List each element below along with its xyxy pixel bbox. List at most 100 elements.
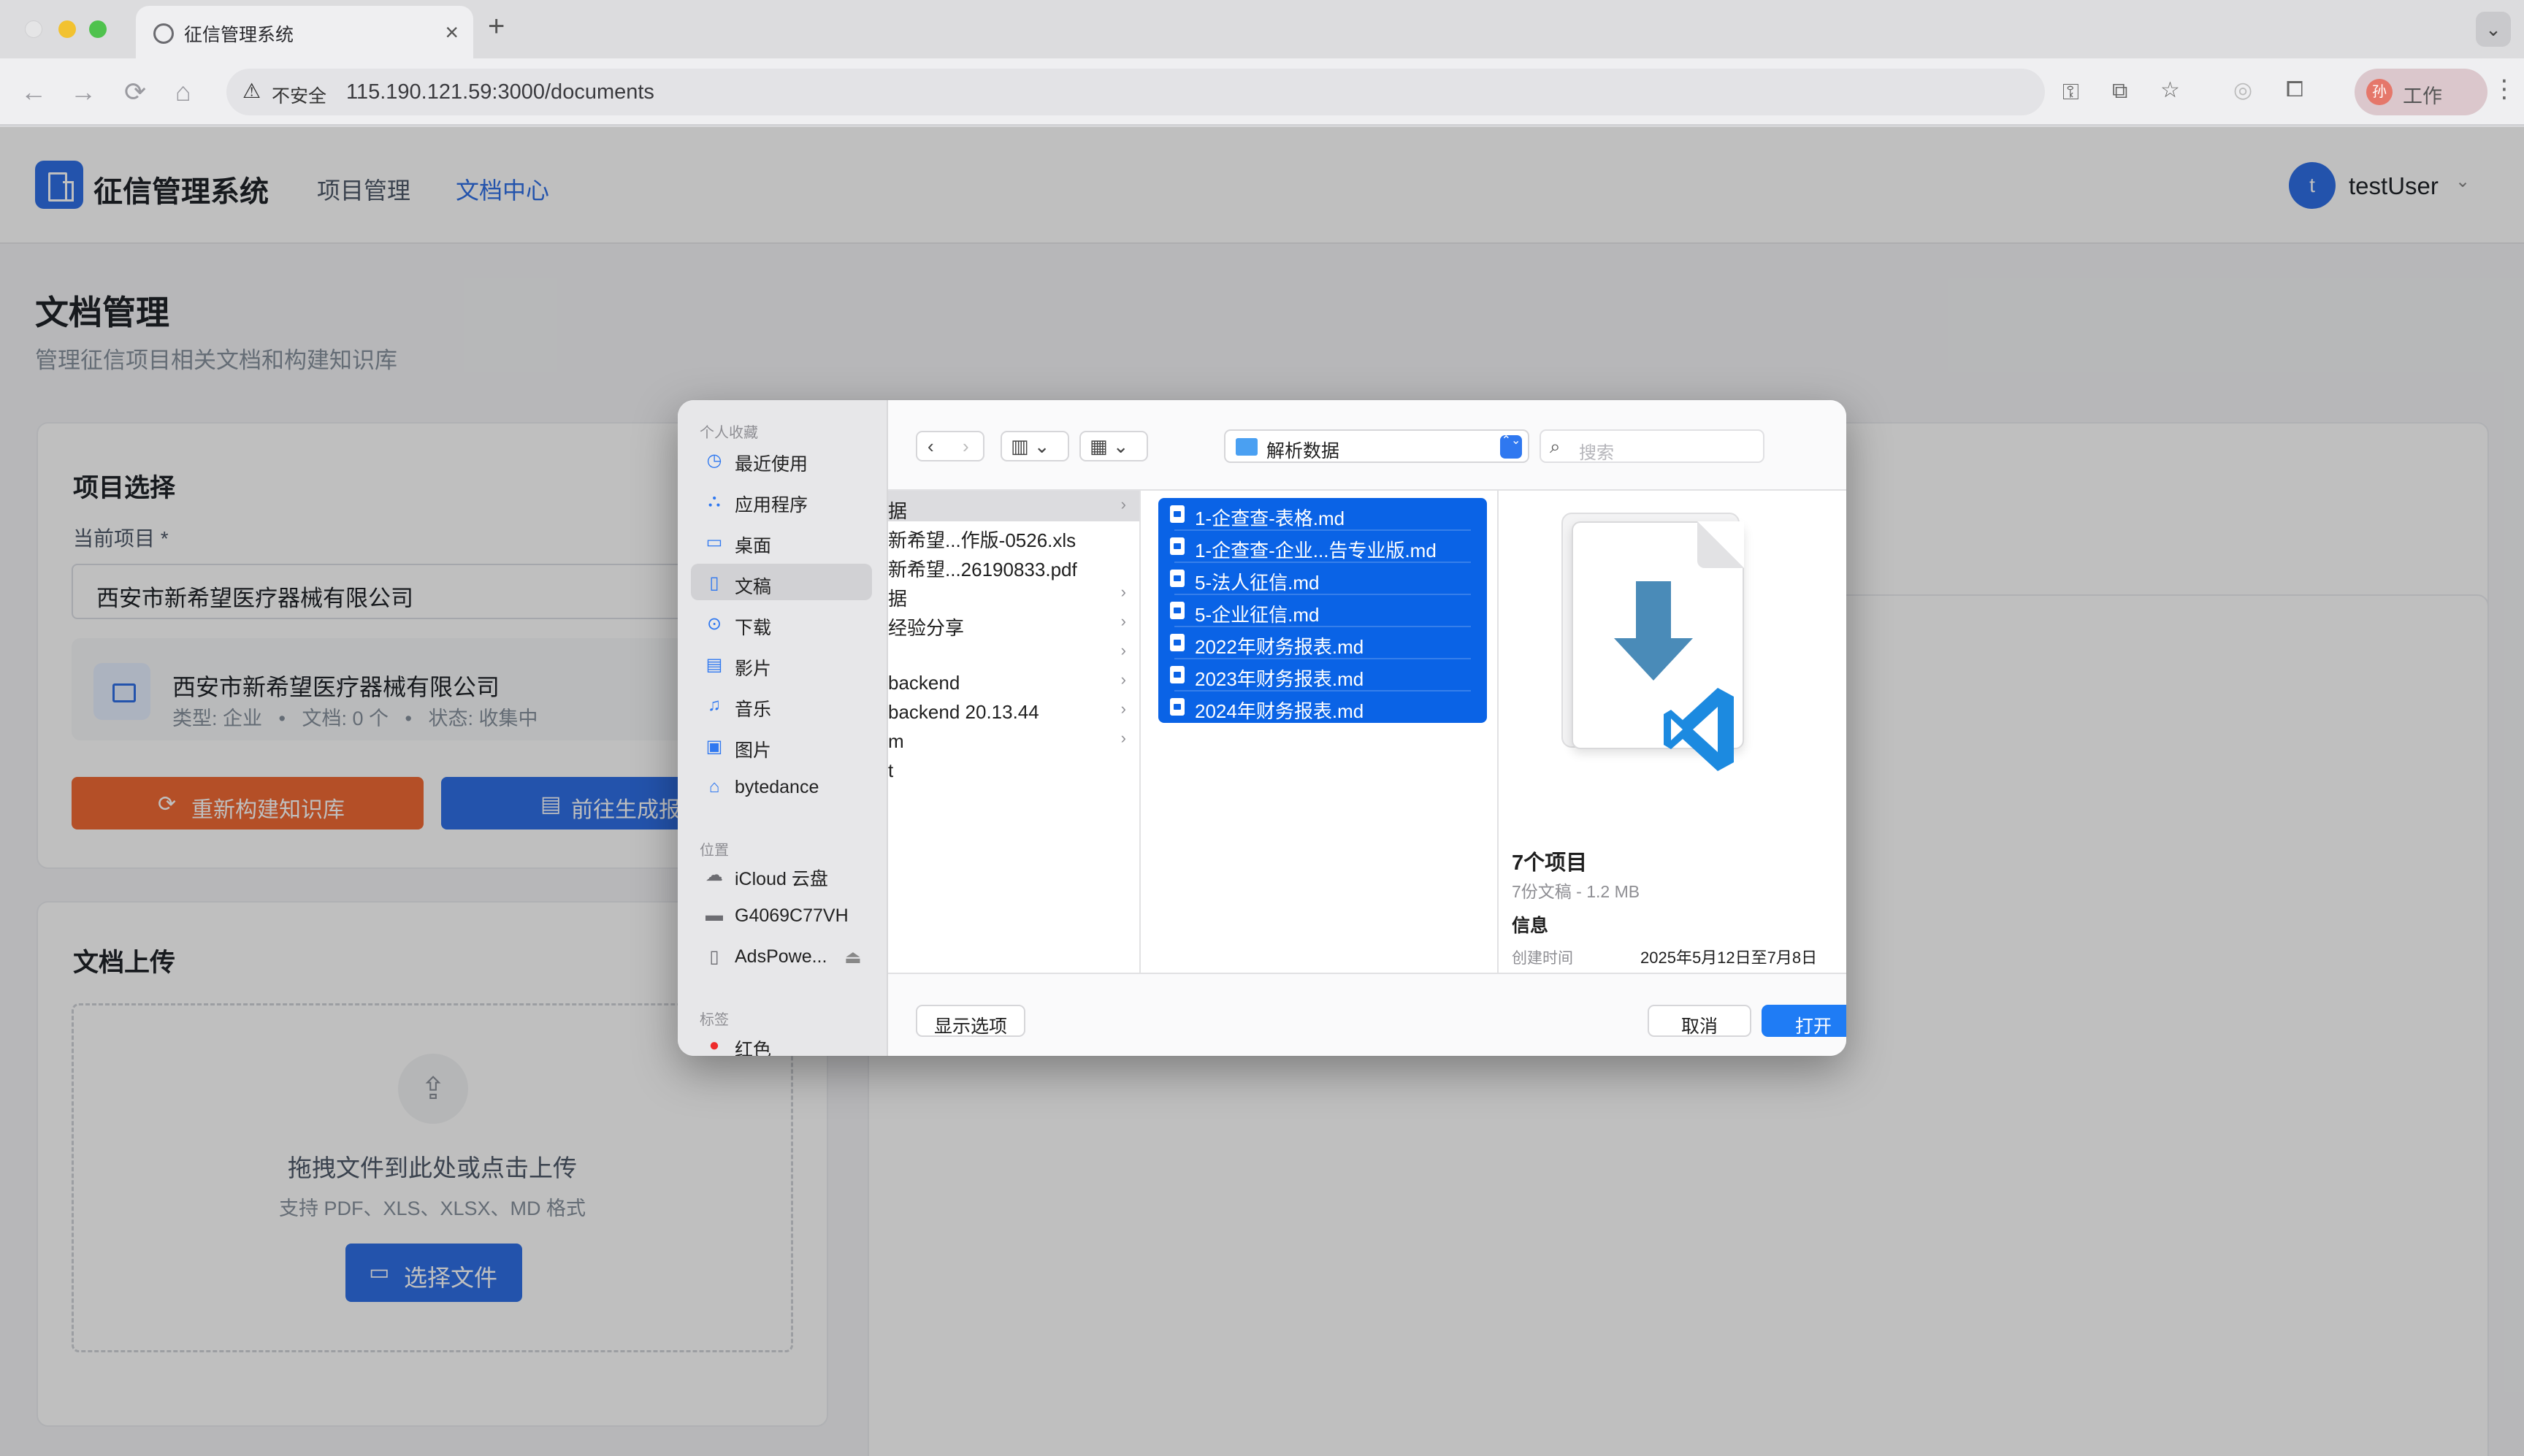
- show-options-button[interactable]: 显示选项: [916, 1005, 1025, 1037]
- list-item-label: backend 20.13.44: [888, 701, 1039, 723]
- sidebar-item-documents[interactable]: ▯ 文稿: [691, 564, 872, 600]
- file-name: 2022年财务报表.md: [1195, 636, 1364, 658]
- markdown-file-icon: [1170, 602, 1185, 619]
- view-columns-button[interactable]: ▥ ⌄: [1001, 431, 1069, 461]
- home-button[interactable]: ⌂: [175, 74, 191, 110]
- open-label: 打开: [1794, 1016, 1832, 1037]
- list-item-label: m: [888, 730, 904, 752]
- preview-pane: 7个项目 7份文稿 - 1.2 MB 信息 创建时间 2025年5月12日至7月…: [1499, 491, 1846, 973]
- chevron-right-icon: ›: [1120, 612, 1126, 630]
- sidebar-item-label: 下载: [735, 618, 772, 638]
- chevron-right-icon: ›: [1120, 641, 1126, 659]
- key-icon[interactable]: ⚿: [2062, 80, 2079, 105]
- disk-icon: ▯: [709, 947, 719, 967]
- list-item[interactable]: 据 ›: [888, 578, 1139, 610]
- file-open-dialog: 个人收藏 ◷ 最近使用 ⛬ 应用程序 ▭ 桌面 ▯ 文稿 ⊙ 下载 ▤ 影片 ♫…: [678, 400, 1846, 1056]
- list-item[interactable]: 据 ›: [888, 491, 1139, 522]
- forward-icon[interactable]: ›: [963, 435, 969, 458]
- list-item[interactable]: 经验分享 ›: [888, 608, 1139, 639]
- file-row-selected[interactable]: 1-企查查-企业...告专业版.md: [1158, 530, 1487, 562]
- file-row-selected[interactable]: 2023年财务报表.md: [1158, 659, 1487, 691]
- grid-view-icon: ▦ ⌄: [1090, 435, 1129, 457]
- list-item[interactable]: 新希望...26190833.pdf: [888, 549, 1139, 581]
- home-icon: ⌂: [708, 777, 720, 797]
- browser-tab-bar: 征信管理系统 × + ⌄: [0, 0, 2524, 58]
- insecure-label[interactable]: 不安全: [272, 82, 326, 108]
- cloud-icon: ☁: [705, 865, 723, 885]
- open-button[interactable]: 打开: [1762, 1005, 1846, 1037]
- columns-view-icon: ▥ ⌄: [1011, 435, 1050, 457]
- tab-search-button[interactable]: ⌄: [2476, 12, 2511, 47]
- profile-button[interactable]: 孙 工作: [2355, 69, 2487, 115]
- search-input[interactable]: ⌕ 搜索: [1540, 429, 1764, 463]
- list-item[interactable]: backend ›: [888, 666, 1139, 697]
- window-close-button[interactable]: [25, 20, 42, 38]
- star-icon[interactable]: ☆: [2160, 77, 2180, 103]
- warning-icon: ⚠: [242, 80, 261, 102]
- tab-close-icon[interactable]: ×: [445, 18, 459, 47]
- tags-header: 标签: [700, 1012, 729, 1028]
- sidebar-item-home[interactable]: ⌂ bytedance: [691, 768, 872, 805]
- forward-button[interactable]: →: [70, 74, 96, 110]
- sidebar-item-tag-red[interactable]: ● 红色: [691, 1027, 872, 1056]
- file-row-selected[interactable]: 5-企业征信.md: [1158, 594, 1487, 627]
- list-item[interactable]: ›: [888, 637, 1139, 667]
- markdown-file-icon: [1170, 634, 1185, 651]
- row-divider: [1174, 594, 1471, 595]
- list-item[interactable]: backend 20.13.44 ›: [888, 695, 1139, 726]
- window-zoom-button[interactable]: [89, 20, 107, 38]
- eject-icon[interactable]: ⏏: [844, 946, 862, 968]
- profile-label: 工作: [2403, 85, 2442, 107]
- folder-icon: [1236, 438, 1258, 456]
- sidebar-item-label: G4069C77VH: [735, 905, 849, 926]
- sidebar-item-desktop[interactable]: ▭ 桌面: [691, 523, 872, 559]
- list-item[interactable]: 新希望...作版-0526.xls: [888, 520, 1139, 551]
- list-item[interactable]: t: [888, 754, 1139, 784]
- file-row-selected[interactable]: 1-企查查-表格.md: [1158, 498, 1487, 530]
- browser-tab[interactable]: 征信管理系统 ×: [136, 6, 473, 58]
- list-item[interactable]: m ›: [888, 724, 1139, 755]
- tab-title: 征信管理系统: [184, 25, 294, 45]
- back-icon[interactable]: ‹: [928, 435, 934, 458]
- music-icon: ♫: [708, 695, 721, 715]
- markdown-file-icon: [1170, 698, 1185, 716]
- photo-icon: ▣: [705, 737, 723, 756]
- translate-icon[interactable]: ⧉: [2112, 79, 2127, 104]
- film-icon: ▤: [705, 655, 723, 675]
- sidebar-item-movies[interactable]: ▤ 影片: [691, 645, 872, 682]
- sidebar-item-label: bytedance: [735, 777, 819, 797]
- sidebar-item-computer[interactable]: ▬ G4069C77VH: [691, 897, 872, 933]
- window-minimize-button[interactable]: [58, 20, 76, 38]
- chevron-right-icon: ›: [1120, 670, 1126, 689]
- file-name: 2023年财务报表.md: [1195, 668, 1364, 690]
- location-popup[interactable]: 解析数据 ⌃⌄: [1224, 429, 1529, 463]
- new-tab-button[interactable]: +: [488, 10, 505, 43]
- sidebar-item-disk[interactable]: ▯ AdsPowe... ⏏: [691, 938, 872, 974]
- url-text[interactable]: 115.190.121.59:3000/documents: [346, 80, 654, 104]
- file-row-selected[interactable]: 5-法人征信.md: [1158, 562, 1487, 594]
- sidebar-item-applications[interactable]: ⛬ 应用程序: [691, 482, 872, 518]
- search-placeholder: 搜索: [1579, 443, 1614, 463]
- sidebar-item-icloud[interactable]: ☁ iCloud 云盘: [691, 856, 872, 892]
- puzzle-icon[interactable]: ⧠: [2286, 77, 2303, 102]
- cancel-button[interactable]: 取消: [1648, 1005, 1751, 1037]
- search-icon: ⌕: [1550, 435, 1561, 457]
- back-button[interactable]: ←: [20, 74, 47, 110]
- sidebar-item-downloads[interactable]: ⊙ 下载: [691, 605, 872, 641]
- browser-menu-icon[interactable]: ⋮: [2492, 74, 2517, 104]
- address-bar[interactable]: ⚠ 不安全 115.190.121.59:3000/documents ⚿: [226, 69, 2079, 115]
- preview-title: 7个项目: [1512, 851, 1588, 875]
- file-name: 5-企业征信.md: [1195, 604, 1320, 626]
- view-grid-button[interactable]: ▦ ⌄: [1079, 431, 1148, 461]
- markdown-file-icon: [1170, 570, 1185, 587]
- file-row-selected[interactable]: 2022年财务报表.md: [1158, 627, 1487, 659]
- reload-button[interactable]: ⟳: [124, 74, 146, 110]
- sidebar-item-label: 音乐: [735, 700, 772, 720]
- sidebar-item-recent[interactable]: ◷ 最近使用: [691, 441, 872, 478]
- file-row-selected[interactable]: 2024年财务报表.md: [1158, 691, 1487, 723]
- browser-column-files: 1-企查查-表格.md 1-企查查-企业...告专业版.md 5-法人征信.md…: [1142, 491, 1499, 973]
- extension-icon[interactable]: ◎: [2233, 77, 2252, 103]
- sidebar-item-label: AdsPowe...: [735, 946, 827, 967]
- sidebar-item-music[interactable]: ♫ 音乐: [691, 686, 872, 723]
- sidebar-item-pictures[interactable]: ▣ 图片: [691, 727, 872, 764]
